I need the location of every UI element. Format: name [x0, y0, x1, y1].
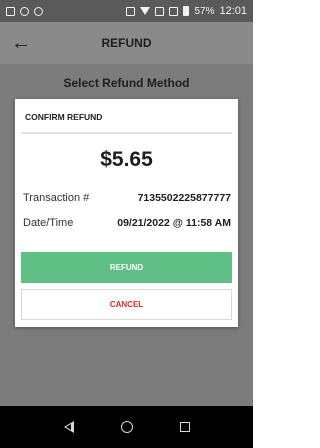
transaction-row: Transaction # 7135502225877777 [23, 192, 231, 204]
battery-percent: 57% [194, 5, 215, 17]
dialog-divider [21, 132, 232, 134]
status-right: 57% 12:01 [126, 5, 247, 17]
sync-notification-icon [20, 6, 29, 16]
transaction-value: 7135502225877777 [137, 192, 231, 204]
system-nav-bar [0, 406, 253, 448]
cancel-button[interactable]: CANCEL [21, 289, 232, 320]
datetime-row: Date/Time 09/21/2022 @ 11:58 AM [23, 217, 231, 229]
gallery-notification-icon [6, 6, 15, 16]
dialog-title: CONFIRM REFUND [25, 112, 103, 122]
status-time: 12:01 [219, 5, 247, 17]
refund-button[interactable]: REFUND [21, 252, 232, 283]
status-bar: 57% 12:01 [0, 0, 253, 22]
transaction-label: Transaction # [23, 192, 90, 204]
app-bar: ← REFUND [0, 22, 253, 64]
datetime-value: 09/21/2022 @ 11:58 AM [117, 217, 231, 229]
nav-home-icon[interactable] [120, 421, 133, 433]
nav-back-icon[interactable] [63, 421, 74, 433]
confirm-refund-dialog: CONFIRM REFUND $5.65 Transaction # 71355… [15, 99, 238, 327]
battery-icon [183, 6, 190, 16]
wifi-icon [140, 7, 151, 15]
refund-amount: $5.65 [100, 148, 153, 171]
sync-notification-icon-2 [34, 6, 43, 16]
refund-method-heading: Select Refund Method [63, 76, 190, 90]
signal-icon [155, 6, 165, 16]
status-left [6, 6, 43, 16]
signal-icon-2 [169, 6, 179, 16]
vibrate-icon [126, 6, 136, 16]
arrow-left-icon: ← [11, 31, 31, 54]
back-button[interactable]: ← [0, 22, 42, 64]
nav-recents-icon[interactable] [179, 422, 190, 432]
datetime-label: Date/Time [23, 217, 74, 229]
